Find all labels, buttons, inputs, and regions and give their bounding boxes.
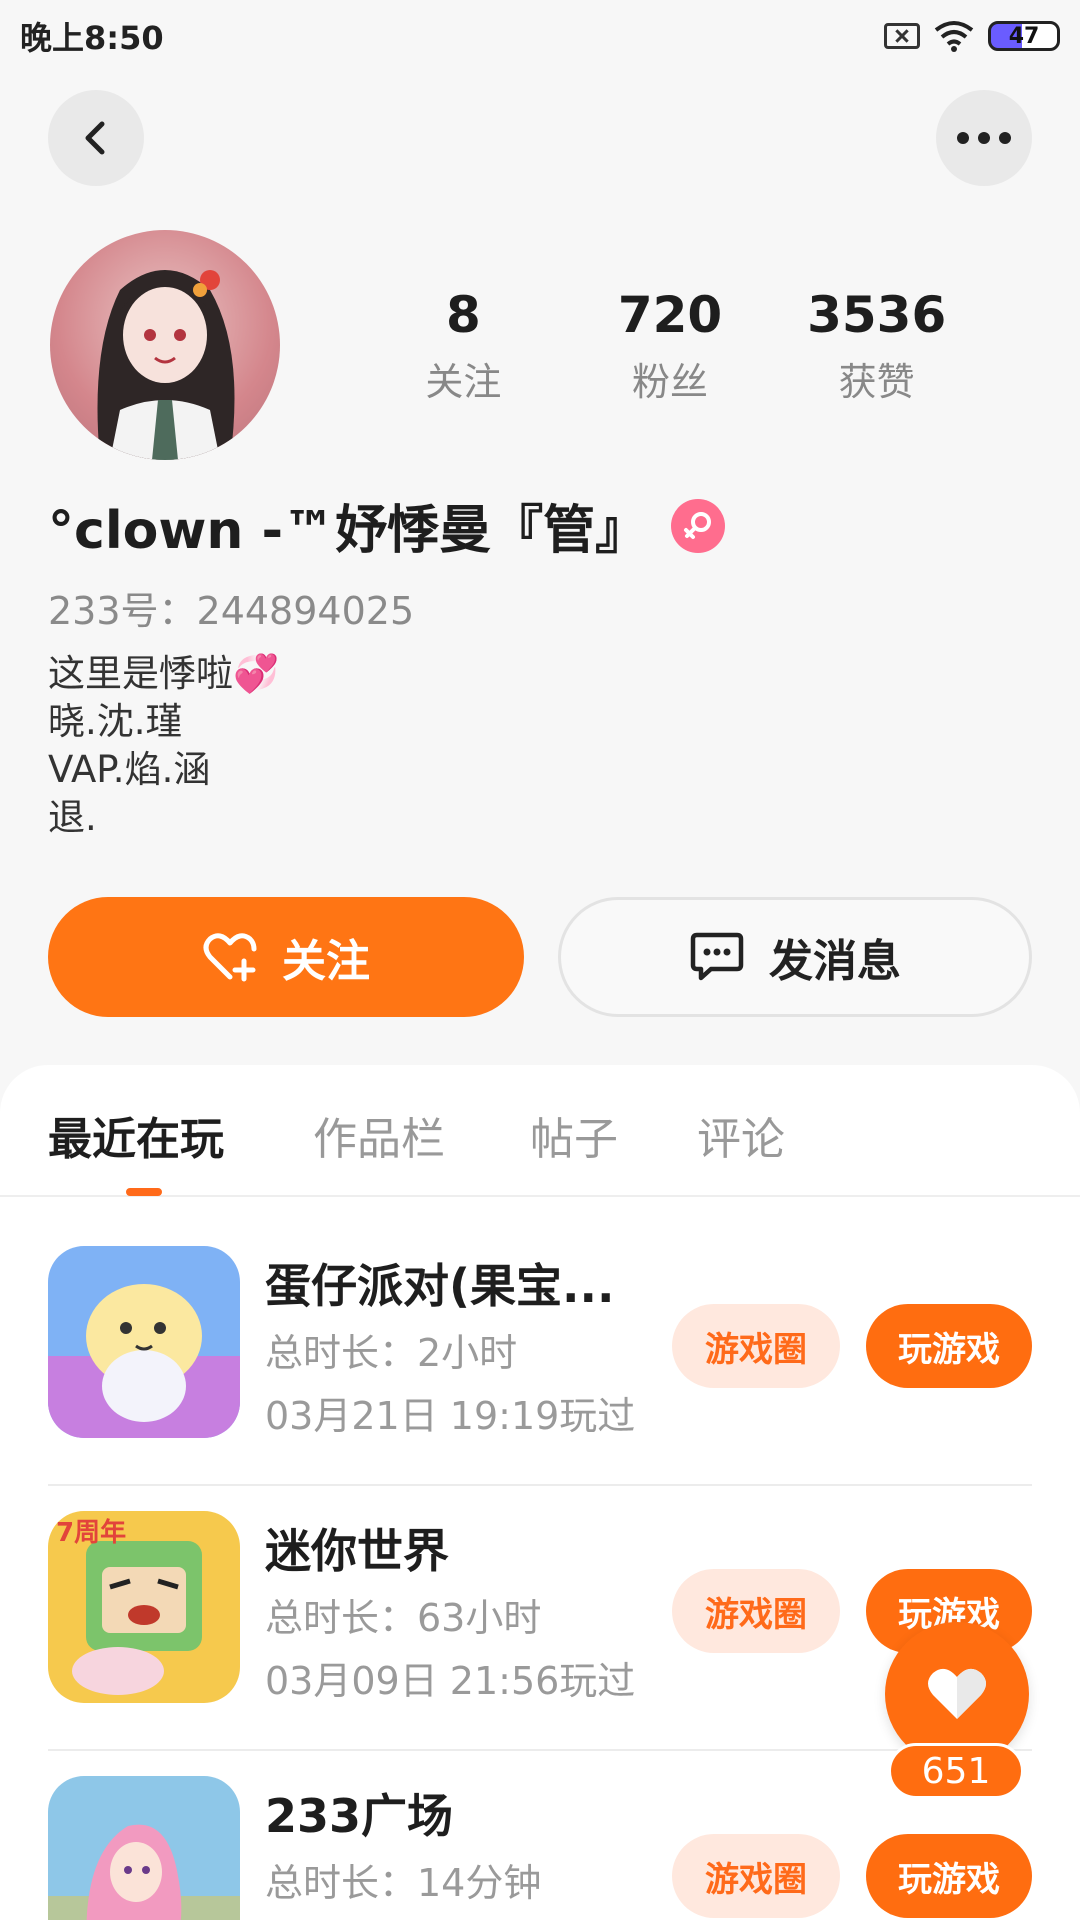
follow-label: 关注 — [282, 936, 370, 987]
avatar[interactable] — [50, 230, 280, 460]
game-row[interactable]: 蛋仔派对(果宝... 总时长：2小时 03月21日 19:19玩过 游戏圈 玩游… — [48, 1222, 1032, 1486]
user-name: °clown -™妤悸曼『管』 — [48, 501, 648, 561]
game-duration: 总时长：14分钟 — [265, 1861, 542, 1905]
bio-line: 晓.沈.瑾 — [48, 700, 183, 743]
game-last-played: 03月21日 19:19玩过 — [265, 1394, 636, 1438]
game-circle-button[interactable]: 游戏圈 — [672, 1304, 840, 1388]
heart-plus-icon — [203, 933, 257, 982]
tab-recently-played[interactable]: 最近在玩 — [48, 1103, 224, 1167]
likes-stat[interactable]: 3536 获赞 — [773, 285, 980, 406]
game-duration: 总时长：2小时 — [265, 1331, 518, 1375]
game-row[interactable]: 233广场 总时长：14分钟 游戏圈 玩游戏 — [48, 1752, 1032, 1920]
followers-label: 粉丝 — [632, 360, 709, 404]
like-count: 651 — [888, 1743, 1024, 1799]
tab-comments[interactable]: 评论 — [697, 1103, 785, 1167]
status-bar: 晚上8:50 47 — [0, 0, 1080, 72]
play-game-button[interactable]: 玩游戏 — [866, 1834, 1032, 1918]
following-count: 8 — [445, 286, 481, 344]
game-title: 迷你世界 — [265, 1524, 449, 1578]
avatar-illustration — [97, 270, 235, 460]
game-circle-button[interactable]: 游戏圈 — [672, 1569, 840, 1653]
name-row: °clown -™妤悸曼『管』 — [48, 488, 726, 563]
svg-text:7周年: 7周年 — [56, 1517, 126, 1548]
back-button[interactable] — [48, 90, 144, 186]
following-label: 关注 — [425, 360, 502, 404]
tab-bar: 最近在玩 作品栏 帖子 评论 — [0, 1065, 1080, 1197]
bio-line: 这里是悸啦💞 — [48, 652, 280, 695]
more-options-button[interactable] — [936, 90, 1032, 186]
no-sim-icon — [884, 23, 920, 49]
game-last-played: 03月09日 21:56玩过 — [265, 1659, 636, 1703]
bio-line: VAP.焰.涵 — [48, 748, 211, 791]
status-time: 晚上8:50 — [20, 19, 164, 57]
game-circle-button[interactable]: 游戏圈 — [672, 1834, 840, 1918]
game-icon-eggy-party[interactable] — [48, 1246, 240, 1438]
game-icon-233-plaza[interactable] — [48, 1776, 240, 1920]
likes-count: 3536 — [807, 286, 947, 344]
more-dots-icon — [957, 132, 1011, 144]
follow-button[interactable]: 关注 — [48, 897, 524, 1017]
game-title: 233广场 — [265, 1789, 454, 1843]
game-icon-mini-world[interactable]: 7周年 — [48, 1511, 240, 1703]
game-duration: 总时长：63小时 — [265, 1596, 542, 1640]
battery-indicator: 47 — [988, 21, 1060, 51]
heart-icon — [928, 1668, 986, 1719]
likes-label: 获赞 — [838, 360, 915, 404]
bio-line: 退. — [48, 796, 97, 839]
account-id: 233号：244894025 — [48, 589, 415, 633]
following-stat[interactable]: 8 关注 — [360, 285, 567, 406]
bio: 这里是悸啦💞 晓.沈.瑾 VAP.焰.涵 退. — [48, 650, 279, 842]
message-label: 发消息 — [769, 936, 901, 987]
message-button[interactable]: 发消息 — [558, 897, 1032, 1017]
tab-posts[interactable]: 帖子 — [530, 1103, 618, 1167]
status-icons: 47 — [884, 20, 1060, 52]
chevron-left-icon — [85, 121, 105, 155]
chat-bubble-icon — [690, 932, 744, 981]
tab-works[interactable]: 作品栏 — [313, 1103, 445, 1167]
profile-stats: 8 关注 720 粉丝 3536 获赞 — [360, 285, 980, 406]
game-title: 蛋仔派对(果宝... — [265, 1259, 615, 1313]
wifi-icon — [934, 21, 974, 52]
followers-stat[interactable]: 720 粉丝 — [567, 285, 774, 406]
play-game-button[interactable]: 玩游戏 — [866, 1304, 1032, 1388]
game-row[interactable]: 7周年 迷你世界 总时长：63小时 03月09日 21:56玩过 游戏圈 玩游戏 — [48, 1487, 1032, 1751]
female-gender-icon — [671, 498, 726, 553]
tab-indicator — [126, 1188, 162, 1196]
followers-count: 720 — [617, 286, 723, 344]
